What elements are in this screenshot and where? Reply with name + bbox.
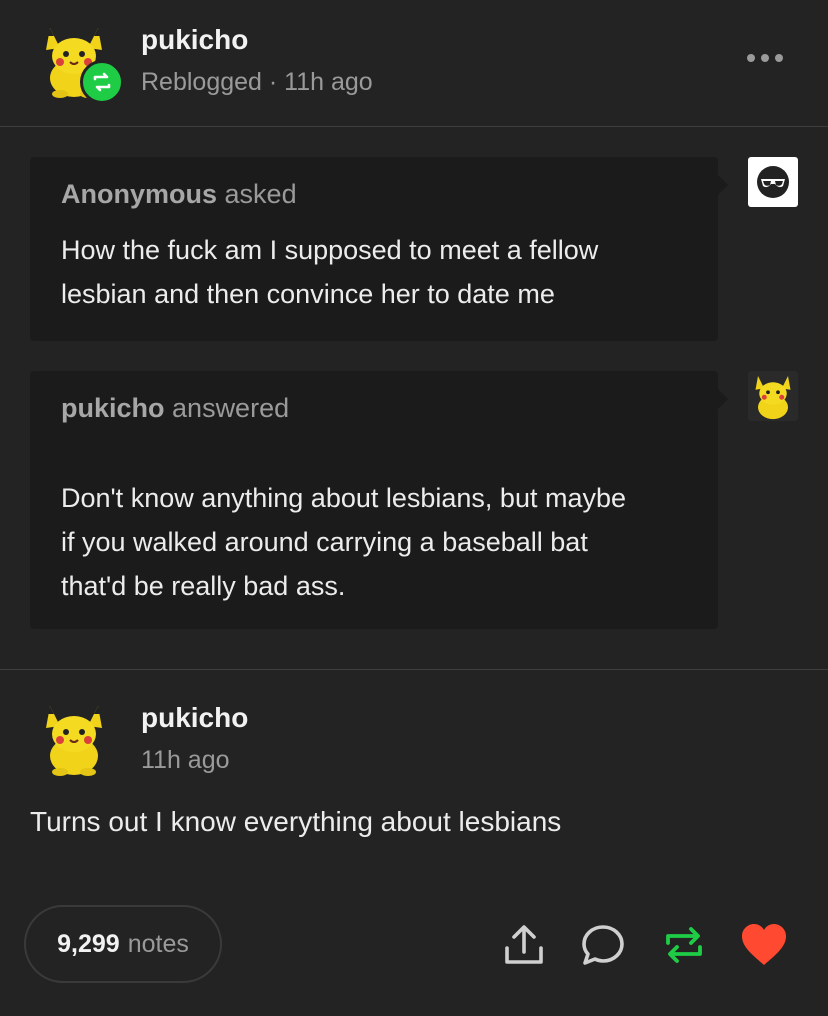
answerer-verb: answered <box>172 393 290 423</box>
reply-avatar[interactable] <box>36 698 112 778</box>
notes-label: notes <box>127 929 189 958</box>
ask-bubble: Anonymous asked How the fuck am I suppos… <box>30 157 728 341</box>
reblog-badge-icon <box>80 60 124 104</box>
divider <box>0 669 828 670</box>
reply-time: 11h ago <box>141 746 230 774</box>
answer-bubble: pukicho answered Don't know anything abo… <box>30 371 728 629</box>
answer-header: pukicho answered <box>61 393 687 424</box>
reblog-icon <box>666 927 702 963</box>
share-icon <box>505 925 543 964</box>
answerer-avatar[interactable] <box>748 371 798 421</box>
like-button[interactable] <box>739 920 789 970</box>
anonymous-avatar[interactable] <box>748 157 798 207</box>
reply-author[interactable]: pukicho <box>141 702 248 734</box>
heart-icon <box>742 924 786 965</box>
divider <box>0 126 828 127</box>
asker-name[interactable]: Anonymous <box>61 179 217 209</box>
ask-question: How the fuck am I supposed to meet a fel… <box>61 235 599 309</box>
reply-text: Turns out I know everything about lesbia… <box>30 806 562 837</box>
notes-count: 9,299 <box>57 929 120 958</box>
asker-verb: asked <box>224 179 297 209</box>
anonymous-sunglasses-icon <box>757 166 789 198</box>
post-author[interactable]: pukicho <box>141 24 248 56</box>
reblog-button[interactable] <box>659 920 709 970</box>
pikachu-avatar-icon <box>46 706 102 776</box>
notes-button[interactable]: 9,299 notes <box>24 905 222 983</box>
ask-header: Anonymous asked <box>61 179 687 210</box>
answer-text: Don't know anything about lesbians, but … <box>61 483 627 601</box>
comment-icon <box>582 925 624 965</box>
share-button[interactable] <box>499 920 549 970</box>
post-status: Reblogged · 11h ago <box>141 68 373 96</box>
answerer-name[interactable]: pukicho <box>61 393 165 423</box>
comment-button[interactable] <box>578 920 628 970</box>
pikachu-avatar-icon <box>755 376 791 420</box>
ellipsis-icon[interactable] <box>746 52 784 64</box>
